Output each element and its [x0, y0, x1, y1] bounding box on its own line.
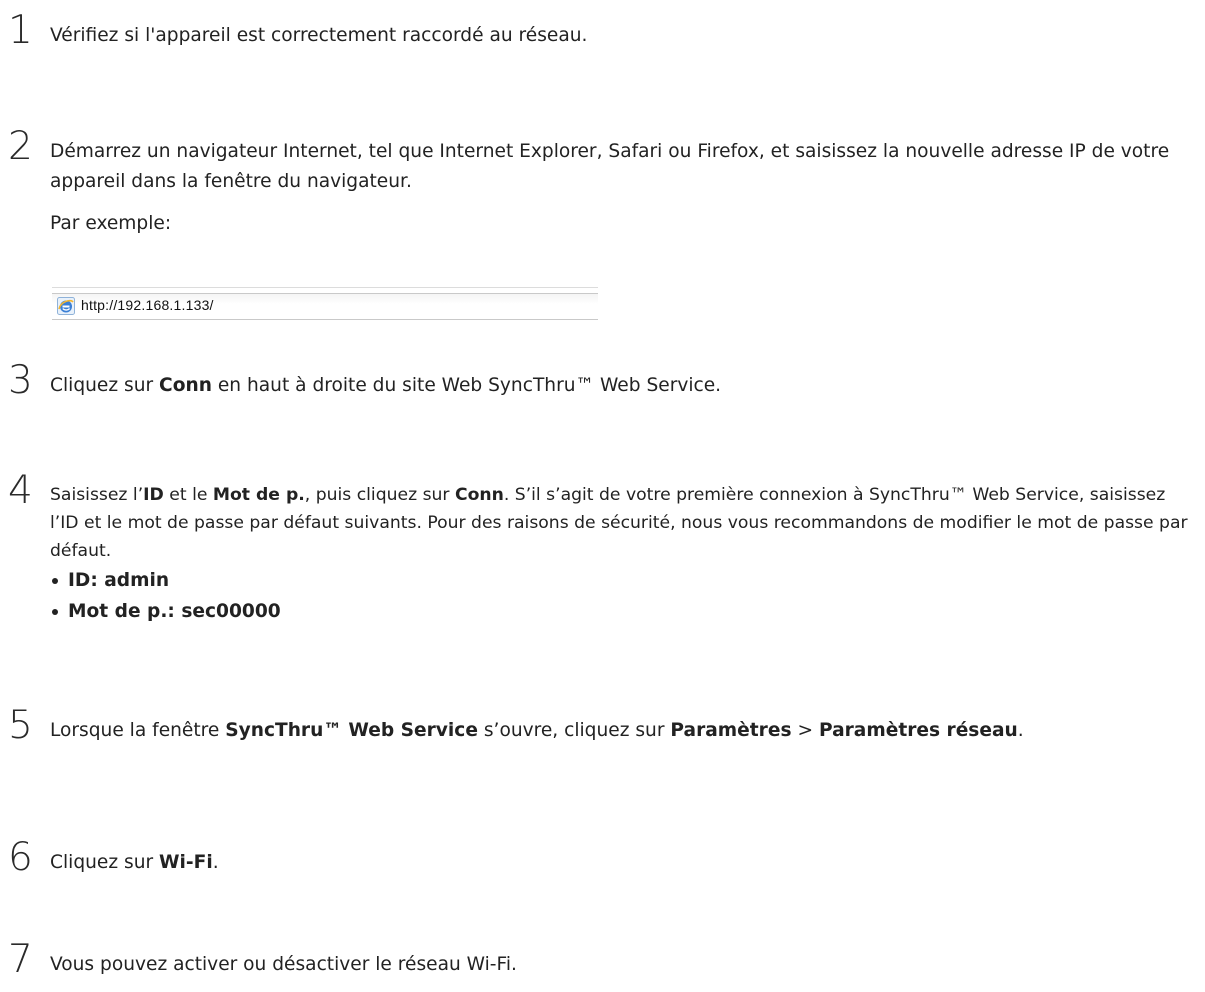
step-number: 1 [8, 8, 33, 53]
example-label: Par exemple: [50, 213, 172, 234]
conn-link-name: Conn [159, 375, 212, 396]
instruction-page: 1 Vérifiez si l'appareil est correctemen… [0, 0, 1205, 992]
step-2-paragraph: Démarrez un navigateur Internet, tel que… [50, 141, 1170, 192]
step-text: Démarrez un navigateur Internet, tel que… [50, 137, 1199, 239]
step-number: 3 [8, 358, 33, 403]
url-text: http://192.168.1.133/ [81, 297, 214, 313]
step-text: Vous pouvez activer ou désactiver le rés… [50, 954, 517, 975]
step-number: 2 [8, 124, 33, 169]
step-number: 7 [8, 937, 33, 982]
step-text: Lorsque la fenêtre SyncThru™ Web Service… [50, 720, 1024, 741]
step-text: Vérifiez si l'appareil est correctement … [50, 25, 588, 46]
internet-explorer-icon [57, 297, 75, 315]
list-item: ID: admin [50, 565, 1199, 596]
step-number: 4 [8, 468, 33, 513]
browser-address-bar: http://192.168.1.133/ [52, 287, 598, 320]
list-item: Mot de p.: sec00000 [50, 596, 1199, 627]
step-text: Saisissez l’ID et le Mot de p., puis cli… [50, 481, 1199, 627]
step-4-paragraph: Saisissez l’ID et le Mot de p., puis cli… [50, 485, 1188, 561]
step-number: 5 [8, 703, 33, 748]
step-text: Cliquez sur Wi-Fi. [50, 852, 219, 873]
step-number: 6 [8, 835, 33, 880]
step-text: Cliquez sur Conn en haut à droite du sit… [50, 375, 722, 396]
credentials-list: ID: admin Mot de p.: sec00000 [50, 565, 1199, 627]
